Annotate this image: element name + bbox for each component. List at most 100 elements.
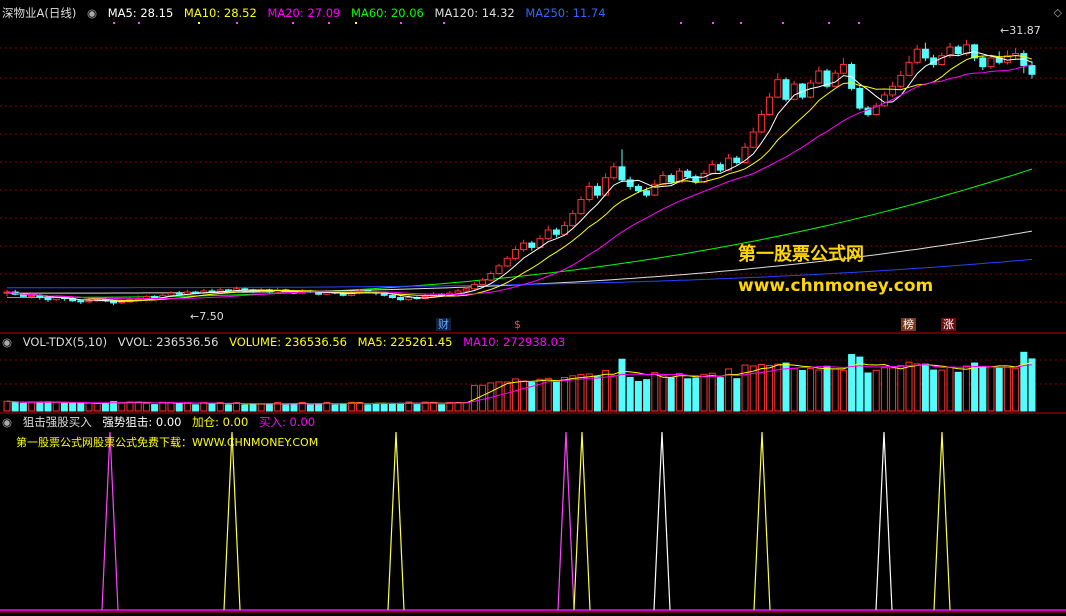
volume-bar [159, 401, 167, 412]
low-marker: ←7.50 [190, 310, 224, 323]
settings-icon[interactable]: ◉ [2, 335, 12, 349]
volume-bar [544, 377, 552, 412]
volume-bar [675, 372, 683, 412]
candle-body [28, 294, 36, 297]
indicator-spike [933, 431, 951, 611]
volume-bar [77, 402, 85, 412]
signal-dot [292, 22, 294, 24]
candle-body [757, 114, 765, 133]
indicator-header: ◉ 狙击强股买入 强势狙击: 0.00 加仓: 0.00 买入: 0.00 [2, 415, 322, 429]
volume-bar [28, 401, 36, 412]
volume-bar [585, 373, 593, 412]
candle-body [388, 294, 396, 298]
volume-bar [971, 362, 979, 412]
candle-body [749, 131, 757, 148]
volume-bar [85, 402, 93, 412]
candle-body [118, 301, 126, 304]
volume-bar [192, 404, 200, 412]
candle-body [503, 257, 511, 267]
vol-ma10-value: MA10: 272938.03 [463, 335, 566, 349]
promo-text[interactable]: 第一股票公式网股票公式免费下载：WWW.CHNMONEY.COM [16, 434, 318, 450]
candle-body [520, 242, 528, 251]
volume-bar [954, 371, 962, 412]
volume-bar [462, 402, 470, 412]
candle-body [241, 288, 249, 291]
ma20-value: MA20: 27.09 [267, 6, 341, 20]
indicator-spike [387, 431, 405, 611]
volume-bar [790, 367, 798, 412]
volume-bar [733, 378, 741, 412]
finance-tag[interactable]: 财 [436, 318, 451, 331]
volume-bar [643, 379, 651, 412]
ma5-value: MA5: 28.15 [107, 6, 174, 20]
volume-bar [577, 373, 585, 412]
volume-bar [823, 365, 831, 412]
volume-bar [905, 361, 913, 412]
dividend-tag[interactable]: $ [512, 318, 523, 331]
volume-bar [388, 402, 396, 412]
rank-tag[interactable]: 榜 [901, 318, 916, 331]
candle-body [643, 190, 651, 196]
candle-body [979, 57, 987, 68]
volume-bar [52, 401, 60, 412]
limit-up-tag[interactable]: 涨 [941, 318, 956, 331]
candle-body [397, 296, 405, 301]
indicator-spike [223, 431, 241, 611]
candle-body [807, 82, 815, 98]
candle-body [897, 74, 905, 87]
ma20-line [6, 64, 1033, 300]
volume-bar [511, 378, 519, 412]
volume-bar [93, 402, 101, 412]
volume-bar [372, 403, 380, 412]
volume-bar [552, 381, 560, 412]
jc-value: 加仓: 0.00 [192, 415, 249, 429]
volume-bar [716, 377, 724, 412]
volume-bar [118, 402, 126, 412]
volume-bar [848, 354, 856, 412]
volume-bar [438, 404, 446, 412]
volume-bar [774, 363, 782, 412]
ma10-line [6, 54, 1033, 302]
volume-bar [11, 401, 19, 412]
volume-bar [167, 401, 175, 412]
volume-bar [380, 402, 388, 412]
volume-bar [626, 377, 634, 412]
volume-bar [684, 378, 692, 412]
candle-body [167, 292, 175, 296]
vol-title[interactable]: VOL-TDX(5,10) [23, 335, 107, 349]
candle-body [454, 290, 462, 294]
volume-bar [290, 403, 298, 412]
volume-header: ◉ VOL-TDX(5,10) VVOL: 236536.56 VOLUME: … [2, 335, 572, 349]
signal-dot [740, 22, 742, 24]
candle-body [856, 87, 864, 109]
indicator-title[interactable]: 狙击强股买入 [23, 415, 92, 429]
volume-bar [183, 401, 191, 412]
indicator-spike [557, 431, 575, 611]
volume-bar [651, 372, 659, 412]
volume-bar [175, 403, 183, 412]
kline-chart[interactable] [0, 0, 1066, 616]
candle-body [585, 185, 593, 200]
candle-body [462, 288, 470, 292]
vvol-value: VVOL: 236536.56 [117, 335, 219, 349]
ma250-value: MA250: 11.74 [525, 6, 606, 20]
candle-body [782, 79, 790, 100]
indicator-spikes [0, 431, 1066, 611]
candle-body [921, 48, 929, 59]
stock-title[interactable]: 深物业A(日线) [2, 6, 76, 20]
volume-bar [930, 369, 938, 412]
volume-bar [69, 402, 77, 412]
settings-icon[interactable]: ◉ [87, 6, 97, 20]
volume-bar [921, 363, 929, 412]
volume-bar [962, 365, 970, 412]
signal-dot [712, 22, 714, 24]
volume-bar [897, 365, 905, 412]
settings-icon[interactable]: ◉ [2, 415, 12, 429]
expand-diamond-icon[interactable]: ◇ [1054, 6, 1062, 19]
volume-bar [831, 368, 839, 412]
volume-bar [101, 402, 109, 412]
volume-bar [282, 404, 290, 412]
indicator-spike [653, 431, 671, 611]
volume-bar [200, 402, 208, 412]
volume-bar [44, 401, 52, 412]
